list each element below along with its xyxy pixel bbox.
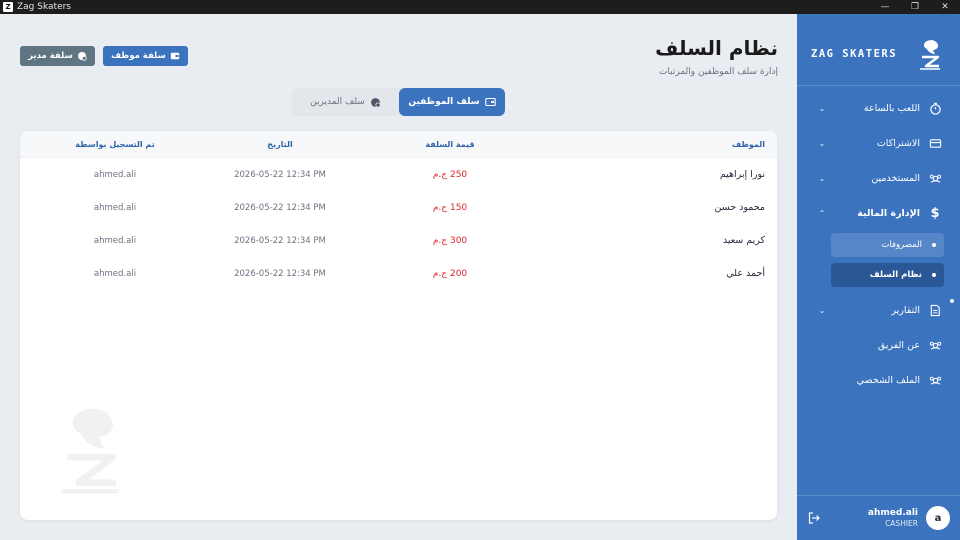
- table-header: الموظف قيمة السلفة التاريخ تم التسجيل بو…: [20, 131, 777, 158]
- active-marker: [950, 299, 954, 303]
- tab-manager-advances[interactable]: سلف المديرين: [292, 88, 399, 116]
- sidebar-item-about-team[interactable]: عن الفريق: [817, 334, 942, 356]
- column-header-recorded-by[interactable]: تم التسجيل بواسطة: [60, 131, 170, 158]
- team-icon: [928, 338, 942, 352]
- brand-name: ZAG SKATERS: [811, 48, 898, 60]
- app-icon: Z: [3, 2, 13, 12]
- dollar-icon: $: [930, 205, 940, 221]
- advance-date: 2026-05-22 12:34 PM: [234, 235, 326, 246]
- document-icon: [928, 303, 942, 317]
- advance-amount: 300 ج.م: [432, 235, 468, 246]
- chevron-down-icon: ⌄: [818, 103, 826, 113]
- user-info: ahmed.ali CASHIER: [821, 508, 926, 528]
- column-header-amount[interactable]: قيمة السلفة: [400, 131, 500, 158]
- recorded-by: ahmed.ali: [93, 202, 137, 213]
- sidebar-item-label: الاشتراكات: [876, 137, 920, 149]
- wallet-icon: [170, 52, 180, 60]
- page-title: نظام السلف: [655, 36, 778, 60]
- table-row[interactable]: كريم سعيد 300 ج.م 2026-05-22 12:34 PM ah…: [20, 224, 777, 257]
- window-titlebar: Z Zag Skaters — ❐ ✕: [0, 0, 960, 14]
- button-label: سلفة موظف: [111, 51, 166, 61]
- sidebar-item-reports[interactable]: التقارير ⌄: [817, 299, 942, 321]
- chevron-down-icon: ⌄: [818, 305, 826, 315]
- sidebar-item-hourly-play[interactable]: اللعب بالساعة ⌄: [817, 97, 942, 119]
- brand: ZAG SKATERS: [811, 36, 944, 72]
- window-title: Zag Skaters: [17, 2, 71, 12]
- manager-icon: [77, 52, 87, 61]
- tab-employee-advances[interactable]: سلف الموظفين: [399, 88, 505, 116]
- sidebar-item-label: الإدارة المالية: [857, 207, 920, 219]
- add-employee-advance-button[interactable]: سلفة موظف: [103, 46, 188, 66]
- skater-logo-icon: [920, 40, 940, 70]
- user-role: CASHIER: [885, 519, 918, 528]
- sidebar-item-users[interactable]: المستخدمين ⌄: [817, 167, 942, 189]
- stopwatch-icon: [928, 101, 942, 115]
- card-icon: [928, 136, 942, 150]
- wallet-icon: [484, 97, 496, 107]
- advance-amount: 250 ج.م: [432, 169, 468, 180]
- chevron-down-icon: ⌄: [818, 138, 826, 148]
- sidebar-item-label: اللعب بالساعة: [863, 102, 920, 114]
- sidebar-item-label: المستخدمين: [871, 172, 920, 184]
- add-manager-advance-button[interactable]: سلفة مدير: [20, 46, 95, 66]
- minimize-icon[interactable]: —: [870, 0, 900, 14]
- advance-amount: 150 ج.م: [432, 202, 468, 213]
- sidebar-subitem-label: نظام السلف: [869, 270, 922, 280]
- tab-label: سلف المديرين: [310, 97, 365, 107]
- sidebar-subitem-expenses[interactable]: المصروفات: [831, 233, 944, 257]
- advance-date: 2026-05-22 12:34 PM: [234, 202, 326, 213]
- table-row[interactable]: نورا إبراهيم 250 ج.م 2026-05-22 12:34 PM…: [20, 158, 777, 191]
- page-subtitle: إدارة سلف الموظفين والمرتبات: [658, 67, 778, 77]
- sidebar-item-label: الملف الشخصي: [856, 374, 920, 386]
- advance-tabs: سلف الموظفين سلف المديرين: [292, 88, 505, 116]
- chevron-down-icon: ⌄: [818, 173, 826, 183]
- recorded-by: ahmed.ali: [93, 235, 137, 246]
- bullet-icon: [932, 243, 936, 247]
- profile-icon: [928, 373, 942, 387]
- sidebar-item-label: التقارير: [891, 304, 920, 316]
- users-icon: [928, 171, 942, 185]
- sidebar-item-label: عن الفريق: [877, 339, 920, 351]
- avatar[interactable]: a: [926, 506, 950, 530]
- button-label: سلفة مدير: [28, 51, 73, 61]
- advance-date: 2026-05-22 12:34 PM: [234, 169, 326, 180]
- logout-icon[interactable]: [807, 511, 821, 525]
- advance-date: 2026-05-22 12:34 PM: [234, 268, 326, 279]
- employee-name: نورا إبراهيم: [719, 169, 765, 180]
- table-row[interactable]: أحمد علي 200 ج.م 2026-05-22 12:34 PM ahm…: [20, 257, 777, 290]
- tab-label: سلف الموظفين: [408, 97, 480, 107]
- sidebar: ZAG SKATERS اللعب بالساعة ⌄ الاشتراكات ⌄…: [797, 14, 960, 540]
- sidebar-subitem-label: المصروفات: [881, 240, 922, 250]
- column-header-employee[interactable]: الموظف: [732, 131, 765, 158]
- recorded-by: ahmed.ali: [93, 169, 137, 180]
- sidebar-item-profile[interactable]: الملف الشخصي: [817, 369, 942, 391]
- employee-name: أحمد علي: [726, 268, 765, 279]
- close-icon[interactable]: ✕: [930, 0, 960, 14]
- user-name: ahmed.ali: [867, 508, 918, 518]
- column-header-date[interactable]: التاريخ: [220, 131, 340, 158]
- sidebar-subitem-advances[interactable]: نظام السلف: [831, 263, 944, 287]
- bullet-icon: [932, 273, 936, 277]
- sidebar-item-finance[interactable]: $ الإدارة المالية ⌃: [817, 202, 942, 224]
- maximize-icon[interactable]: ❐: [900, 0, 930, 14]
- advances-table-card: الموظف قيمة السلفة التاريخ تم التسجيل بو…: [20, 131, 777, 520]
- divider: [797, 85, 960, 86]
- skater-logo-watermark-icon: [61, 408, 119, 494]
- sidebar-item-subscriptions[interactable]: الاشتراكات ⌄: [817, 132, 942, 154]
- manager-icon: [370, 97, 381, 108]
- user-panel: ahmed.ali CASHIER a: [797, 496, 960, 540]
- chevron-up-icon: ⌃: [818, 208, 826, 218]
- advance-amount: 200 ج.م: [432, 268, 468, 279]
- table-row[interactable]: محمود حسن 150 ج.م 2026-05-22 12:34 PM ah…: [20, 191, 777, 224]
- employee-name: محمود حسن: [714, 202, 765, 213]
- recorded-by: ahmed.ali: [93, 268, 137, 279]
- employee-name: كريم سعيد: [722, 235, 765, 246]
